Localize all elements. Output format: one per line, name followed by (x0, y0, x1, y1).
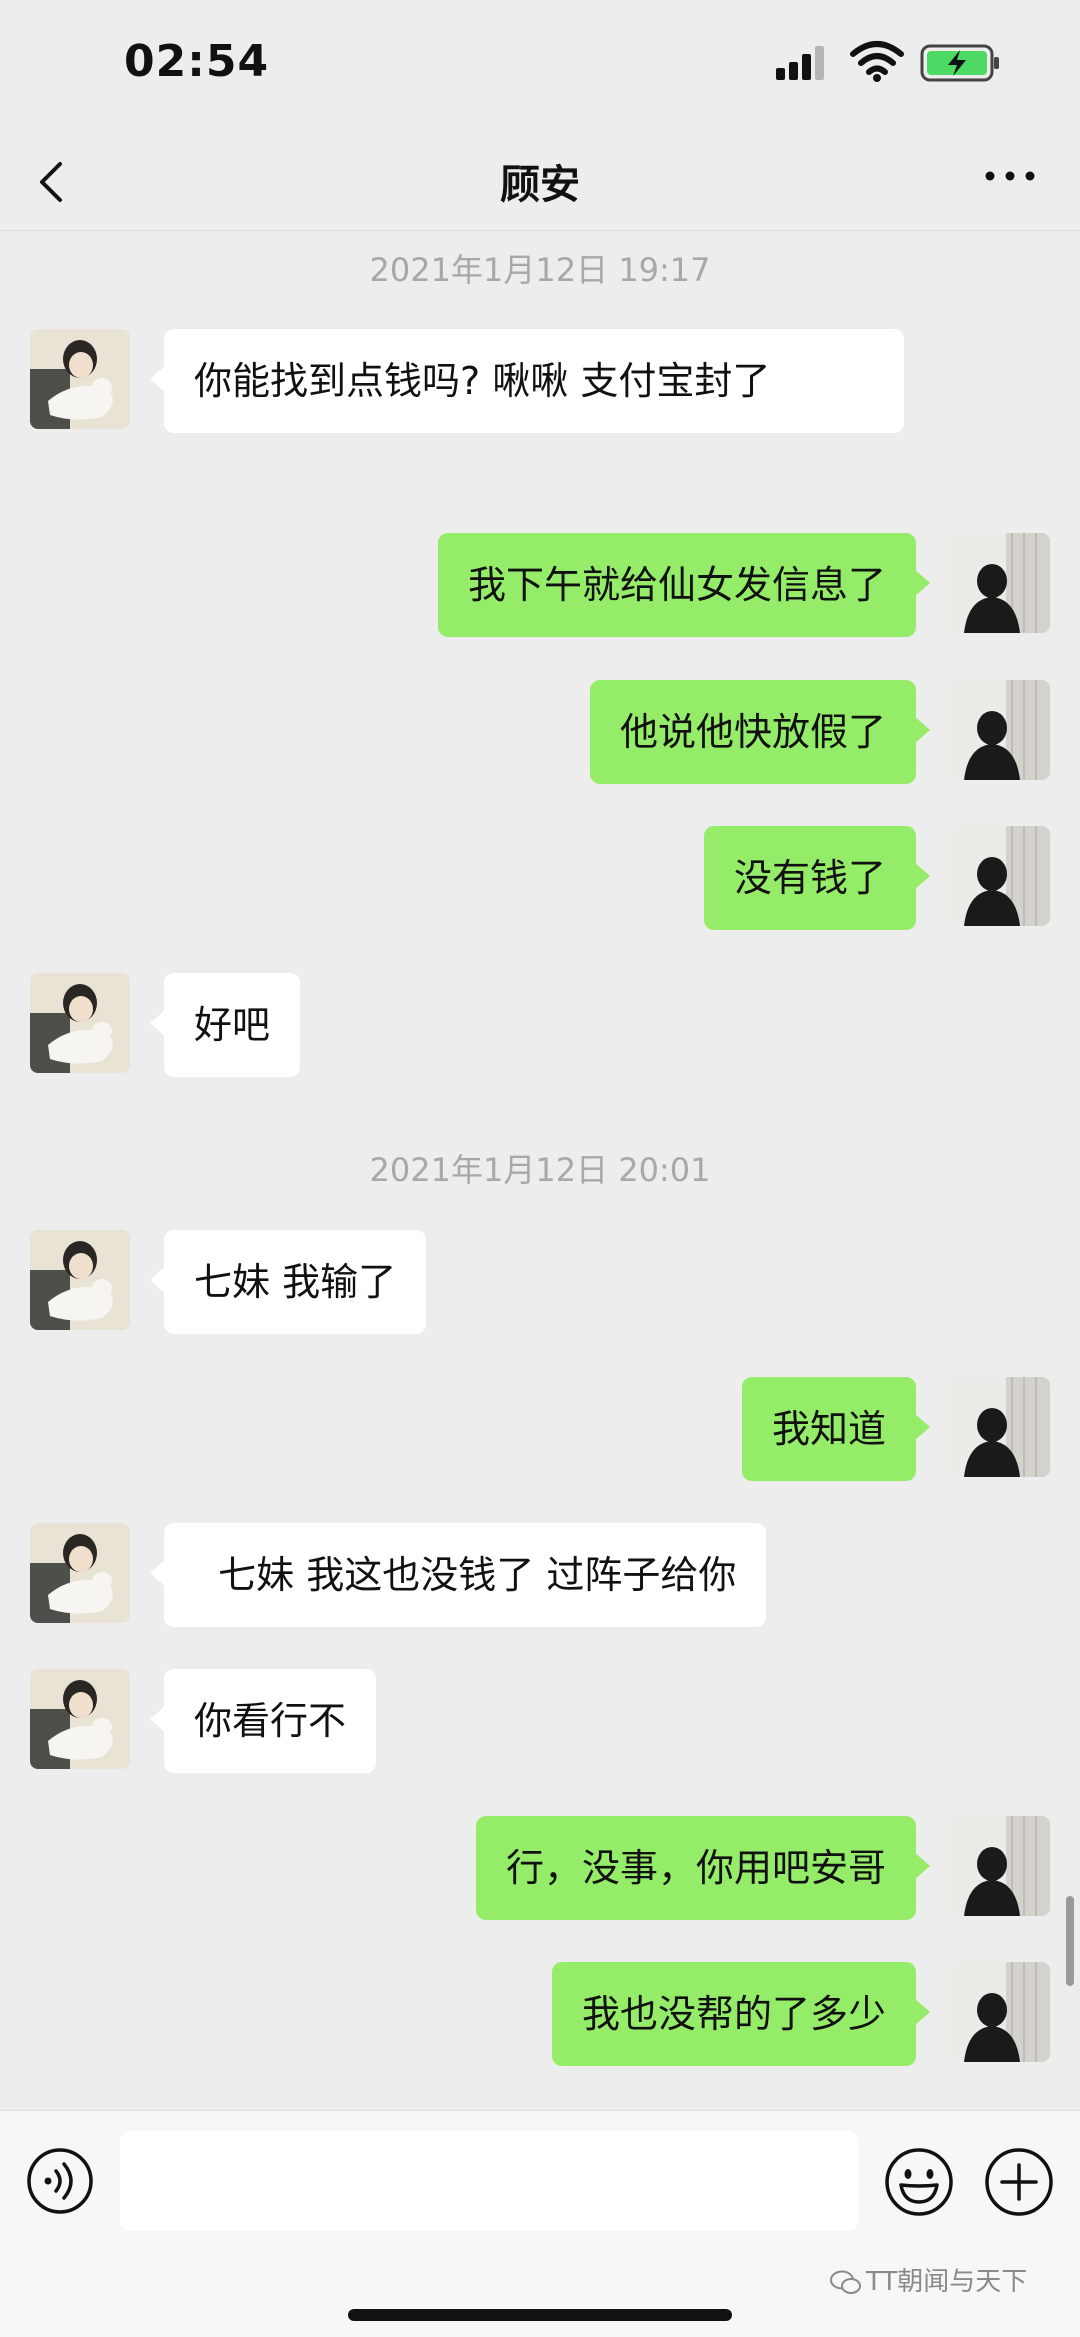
contact-avatar-image (30, 973, 130, 1073)
my-avatar[interactable] (950, 533, 1050, 633)
smiley-icon (885, 2148, 953, 2216)
message-timestamp: 2021年1月12日 20:01 (369, 1151, 711, 1189)
chat-scrollbar[interactable] (1066, 1896, 1074, 1986)
contact-avatar[interactable] (30, 1669, 130, 1769)
contact-avatar-image (30, 1669, 130, 1769)
incoming-message-bubble[interactable]: 七妹 我输了 (149, 1230, 427, 1334)
status-time: 02:54 (124, 36, 270, 87)
my-avatar-image (950, 1377, 1050, 1477)
contact-avatar[interactable] (30, 329, 130, 429)
more-functions-button[interactable] (984, 2147, 1054, 2217)
my-avatar-image (950, 1816, 1050, 1916)
incoming-message-bubble[interactable]: 七妹 我这也没钱了 过阵子给你 (149, 1523, 767, 1627)
incoming-message-bubble[interactable]: 好吧 (149, 973, 301, 1077)
wechat-logo-icon (830, 2270, 861, 2294)
my-avatar[interactable] (950, 826, 1050, 926)
contact-avatar[interactable] (30, 973, 130, 1073)
outgoing-message-bubble[interactable]: 我下午就给仙女发信息了 (437, 533, 931, 637)
plus-icon (985, 2148, 1053, 2216)
more-button[interactable] (980, 152, 1040, 202)
outgoing-message-bubble[interactable]: 我知道 (741, 1377, 931, 1481)
contact-avatar[interactable] (30, 1523, 130, 1623)
my-avatar-image (950, 533, 1050, 633)
incoming-message-bubble[interactable]: 你能找到点钱吗? 啾啾 支付宝封了 (150, 329, 904, 433)
voice-input-button[interactable] (26, 2147, 94, 2215)
outgoing-message-bubble[interactable]: 行，没事，你用吧安哥 (475, 1816, 931, 1920)
outgoing-message-bubble[interactable]: 没有钱了 (703, 826, 931, 930)
my-avatar[interactable] (950, 1962, 1050, 2062)
my-avatar-image (950, 826, 1050, 926)
voice-icon (27, 2148, 93, 2214)
emoji-button[interactable] (884, 2147, 954, 2217)
my-avatar[interactable] (950, 1377, 1050, 1477)
my-avatar-image (950, 1962, 1050, 2062)
chat-title: 顾安 (500, 162, 580, 208)
incoming-message-bubble[interactable]: 你看行不 (149, 1669, 377, 1773)
battery-charging-icon (920, 44, 999, 82)
home-indicator (348, 2309, 732, 2321)
watermark-text: TT朝闻与天下 (866, 2267, 1028, 2297)
my-avatar[interactable] (950, 680, 1050, 780)
message-input[interactable] (120, 2131, 858, 2231)
contact-avatar-image (30, 329, 130, 429)
message-timestamp: 2021年1月12日 19:17 (369, 251, 711, 289)
my-avatar-image (950, 680, 1050, 780)
watermark: TT朝闻与天下 (830, 2261, 1027, 2298)
contact-avatar-image (30, 1523, 130, 1623)
cellular-signal-icon (776, 46, 824, 80)
more-dots-icon (985, 171, 1035, 181)
contact-avatar-image (30, 1230, 130, 1330)
chat-header: 顾安 (0, 130, 1080, 231)
chat-message-list[interactable]: 2021年1月12日 19:17 你能找到点钱吗? 啾啾 支付宝封了 我下午就给… (0, 231, 1080, 2109)
outgoing-message-bubble[interactable]: 我也没帮的了多少 (551, 1962, 931, 2066)
contact-avatar[interactable] (30, 1230, 130, 1330)
my-avatar[interactable] (950, 1816, 1050, 1916)
message-input-bar: TT朝闻与天下 (0, 2110, 1080, 2337)
outgoing-message-bubble[interactable]: 他说他快放假了 (589, 680, 931, 784)
wifi-icon (850, 41, 904, 82)
status-bar: 02:54 (0, 0, 1080, 130)
